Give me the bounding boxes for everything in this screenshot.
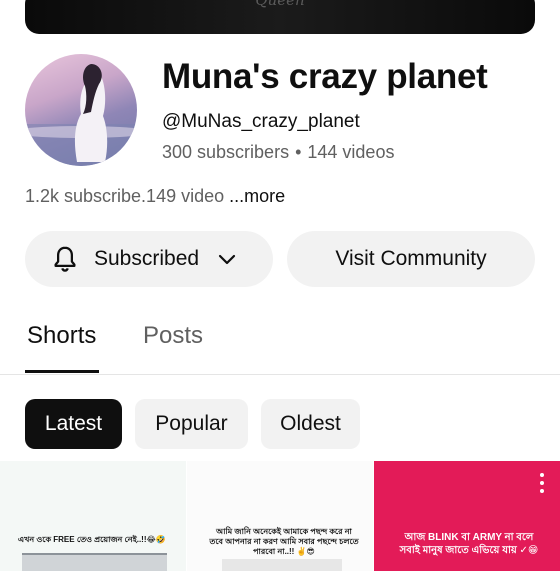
channel-tabs: Shorts Posts	[0, 308, 560, 375]
chip-oldest[interactable]: Oldest	[261, 399, 360, 449]
more-link[interactable]: ...more	[229, 186, 285, 206]
channel-banner[interactable]: Queen	[25, 0, 535, 34]
channel-avatar[interactable]	[25, 54, 137, 166]
channel-stats: 300 subscribers • 144 videos	[162, 142, 394, 163]
subscribed-label: Subscribed	[94, 247, 200, 270]
video-count: 144 videos	[307, 142, 395, 162]
visit-community-label: Visit Community	[335, 247, 487, 270]
chevron-down-icon	[218, 254, 236, 265]
subscribed-button[interactable]: Subscribed	[25, 231, 273, 287]
stats-separator: •	[295, 142, 302, 162]
channel-name: Muna's crazy planet	[162, 57, 488, 96]
avatar-image	[25, 64, 137, 166]
tab-selected-indicator	[25, 370, 99, 373]
short-caption-1: এখন ওকে FREE তেও প্রয়োজন নেই..!!😂🤣	[18, 535, 166, 544]
short-image-2	[222, 559, 342, 571]
subscriber-count: 300 subscribers	[162, 142, 290, 162]
short-thumbnail-2[interactable]: আমি জানি অনেকেই আমাকে পছন্দ করে না তবে আ…	[187, 461, 373, 571]
visit-community-button[interactable]: Visit Community	[287, 231, 535, 287]
channel-handle: @MuNas_crazy_planet	[162, 111, 360, 132]
description-text: 1.2k subscribe.149 video	[25, 186, 225, 206]
short-image-1	[22, 553, 167, 571]
chip-latest[interactable]: Latest	[25, 399, 122, 449]
short-caption-3: আজ BLINK বা ARMY না বলে সবাই মানুষ জাতে …	[399, 532, 539, 556]
chip-popular[interactable]: Popular	[135, 399, 248, 449]
tab-shorts[interactable]: Shorts	[27, 322, 96, 350]
more-vert-icon[interactable]	[538, 473, 546, 497]
short-thumbnail-1[interactable]: এখন ওকে FREE তেও প্রয়োজন নেই..!!😂🤣	[0, 461, 186, 571]
channel-description[interactable]: 1.2k subscribe.149 video ...more	[25, 186, 285, 207]
tab-posts[interactable]: Posts	[143, 322, 203, 350]
banner-text: Queen	[255, 0, 305, 9]
short-caption-2: আমি জানি অনেকেই আমাকে পছন্দ করে না তবে আ…	[209, 527, 359, 556]
short-thumbnail-3[interactable]: আজ BLINK বা ARMY না বলে সবাই মানুষ জাতে …	[374, 461, 560, 571]
bell-icon	[54, 246, 76, 272]
